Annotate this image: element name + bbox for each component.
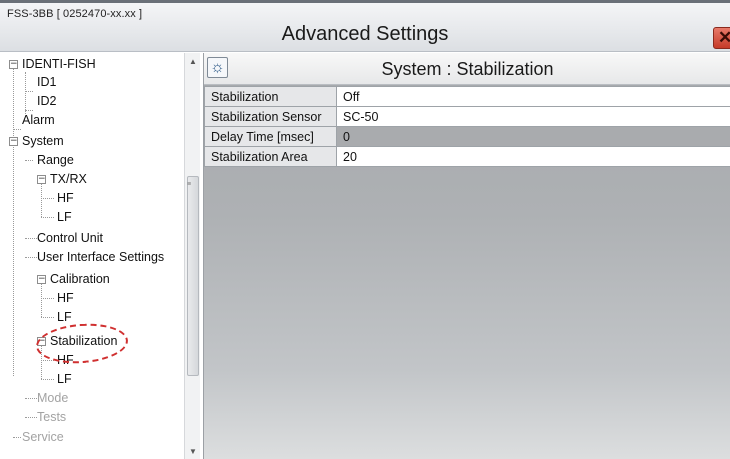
tree-item-identi-fish[interactable]: IDENTI-FISH — [22, 55, 96, 74]
title-bar: FSS-3BB [ 0252470-xx.xx ] Advanced Setti… — [0, 0, 730, 52]
collapse-icon[interactable]: − — [9, 60, 18, 69]
settings-panel: ☼ System : Stabilization Stabilization O… — [203, 53, 730, 459]
tree-scrollbar[interactable]: ▲ ≡ ▼ — [184, 53, 200, 459]
stabilization-area-value[interactable]: 20 — [336, 146, 730, 167]
tree-connector — [41, 198, 54, 199]
collapse-icon[interactable]: − — [37, 275, 46, 284]
collapse-icon[interactable]: − — [37, 175, 46, 184]
tree-item-txrx-lf[interactable]: LF — [57, 208, 72, 227]
collapse-icon[interactable]: − — [9, 137, 18, 146]
setting-label: Delay Time [msec] — [204, 126, 337, 147]
tree-item-range[interactable]: Range — [37, 151, 74, 170]
tree-connector — [25, 257, 37, 258]
tree-item-calibration-hf[interactable]: HF — [57, 289, 74, 308]
tree-item-control-unit[interactable]: Control Unit — [37, 229, 103, 248]
tree-item-txrx[interactable]: TX/RX — [50, 170, 87, 189]
tree-connector — [13, 129, 21, 130]
scroll-up-icon[interactable]: ▲ — [189, 57, 197, 66]
scroll-down-icon[interactable]: ▼ — [189, 447, 197, 456]
tree-item-calibration-lf[interactable]: LF — [57, 308, 72, 327]
tree-connector — [25, 91, 33, 92]
panel-header: ☼ System : Stabilization — [204, 53, 730, 85]
tree-connector — [25, 72, 26, 114]
tree-item-alarm[interactable]: Alarm — [22, 111, 55, 130]
setting-label: Stabilization Area — [204, 146, 337, 167]
table-row: Delay Time [msec] 0 — [204, 126, 730, 147]
tree-item-service[interactable]: Service — [22, 428, 64, 447]
tree-connector — [25, 238, 37, 239]
tree-item-txrx-hf[interactable]: HF — [57, 189, 74, 208]
table-row: Stabilization Area 20 — [204, 146, 730, 167]
tree-connector — [25, 417, 37, 418]
close-button[interactable]: ✕ — [713, 27, 730, 49]
window-title: Advanced Settings — [281, 23, 449, 45]
tree-item-system[interactable]: System — [22, 132, 64, 151]
stabilization-value[interactable]: Off — [336, 86, 730, 107]
tree-connector — [41, 183, 42, 217]
tree-connector — [41, 217, 54, 218]
stabilization-sensor-value[interactable]: SC-50 — [336, 106, 730, 127]
tree-connector — [25, 160, 33, 161]
tree-connector — [13, 437, 21, 438]
tree-connector — [41, 317, 54, 318]
tree-item-mode[interactable]: Mode — [37, 389, 68, 408]
table-row: Stabilization Sensor SC-50 — [204, 106, 730, 127]
delay-time-value[interactable]: 0 — [336, 126, 730, 147]
grip-icon: ≡ — [187, 181, 192, 188]
panel-title: System : Stabilization — [381, 59, 554, 79]
tree-connector — [41, 379, 54, 380]
tree-connector — [41, 298, 54, 299]
tree-item-id2[interactable]: ID2 — [37, 92, 56, 111]
tree-item-calibration[interactable]: Calibration — [50, 270, 110, 289]
setting-label: Stabilization Sensor — [204, 106, 337, 127]
table-row: Stabilization Off — [204, 86, 730, 107]
close-icon: ✕ — [718, 28, 730, 47]
tree-item-stabilization-lf[interactable]: LF — [57, 370, 72, 389]
setting-label: Stabilization — [204, 86, 337, 107]
scroll-thumb[interactable] — [187, 176, 199, 376]
navigation-tree: − − − − − IDENTI-FISH ID1 ID2 Alarm Syst… — [0, 53, 200, 459]
tree-item-tests[interactable]: Tests — [37, 408, 66, 427]
tree-item-id1[interactable]: ID1 — [37, 73, 56, 92]
tree-connector — [25, 398, 37, 399]
settings-table: Stabilization Off Stabilization Sensor S… — [204, 86, 730, 167]
tree-connector — [41, 283, 42, 317]
tree-item-user-interface-settings[interactable]: User Interface Settings — [37, 248, 164, 267]
device-id-label: FSS-3BB [ 0252470-xx.xx ] — [7, 8, 143, 20]
tree-connector — [13, 64, 14, 376]
